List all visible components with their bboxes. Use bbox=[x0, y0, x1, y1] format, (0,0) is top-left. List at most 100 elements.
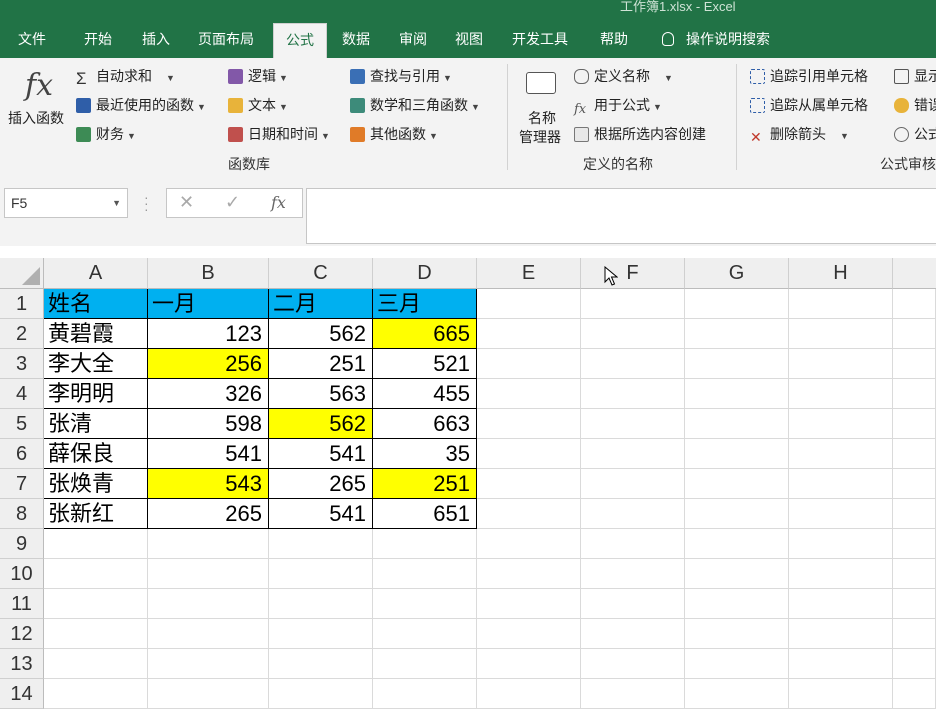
cell-e14[interactable] bbox=[477, 679, 581, 709]
cell-f9[interactable] bbox=[581, 529, 685, 559]
cell-a1[interactable]: 姓名 bbox=[44, 289, 148, 319]
cell-i8[interactable] bbox=[893, 499, 936, 529]
cell-f12[interactable] bbox=[581, 619, 685, 649]
cell-f11[interactable] bbox=[581, 589, 685, 619]
cell-f8[interactable] bbox=[581, 499, 685, 529]
cell-c8[interactable]: 541 bbox=[269, 499, 373, 529]
row-header-1[interactable]: 1 bbox=[0, 289, 44, 319]
cell-f5[interactable] bbox=[581, 409, 685, 439]
show-formulas-button[interactable]: 显示 bbox=[894, 66, 936, 86]
cell-c5[interactable]: 562 bbox=[269, 409, 373, 439]
cell-i3[interactable] bbox=[893, 349, 936, 379]
cell-b11[interactable] bbox=[148, 589, 269, 619]
more-functions-button[interactable]: 其他函数 ▼ bbox=[350, 124, 438, 146]
cell-h2[interactable] bbox=[789, 319, 893, 349]
cell-d8[interactable]: 651 bbox=[373, 499, 477, 529]
cell-h13[interactable] bbox=[789, 649, 893, 679]
cell-g1[interactable] bbox=[685, 289, 789, 319]
row-header-7[interactable]: 7 bbox=[0, 469, 44, 499]
cell-e12[interactable] bbox=[477, 619, 581, 649]
tab-view[interactable]: 视图 bbox=[443, 20, 495, 58]
resize-handle-icon[interactable]: · · · bbox=[144, 190, 149, 216]
row-header-9[interactable]: 9 bbox=[0, 529, 44, 559]
cancel-icon[interactable]: ✕ bbox=[179, 192, 194, 213]
cell-c14[interactable] bbox=[269, 679, 373, 709]
logical-button[interactable]: 逻辑 ▼ bbox=[228, 66, 288, 88]
tab-review[interactable]: 审阅 bbox=[387, 20, 439, 58]
column-header-c[interactable]: C bbox=[269, 258, 373, 289]
column-header-partial[interactable] bbox=[893, 258, 936, 289]
cell-c11[interactable] bbox=[269, 589, 373, 619]
cell-h14[interactable] bbox=[789, 679, 893, 709]
cell-h6[interactable] bbox=[789, 439, 893, 469]
cell-g12[interactable] bbox=[685, 619, 789, 649]
cell-d9[interactable] bbox=[373, 529, 477, 559]
cell-g8[interactable] bbox=[685, 499, 789, 529]
cell-h4[interactable] bbox=[789, 379, 893, 409]
cell-i14[interactable] bbox=[893, 679, 936, 709]
cell-d6[interactable]: 35 bbox=[373, 439, 477, 469]
cell-f7[interactable] bbox=[581, 469, 685, 499]
cell-e1[interactable] bbox=[477, 289, 581, 319]
cell-e10[interactable] bbox=[477, 559, 581, 589]
row-header-5[interactable]: 5 bbox=[0, 409, 44, 439]
lookup-button[interactable]: 查找与引用 ▼ bbox=[350, 66, 452, 88]
tab-help[interactable]: 帮助 bbox=[588, 20, 640, 58]
create-from-selection-button[interactable]: 根据所选内容创建 bbox=[574, 124, 706, 144]
cell-d4[interactable]: 455 bbox=[373, 379, 477, 409]
cell-d1[interactable]: 三月 bbox=[373, 289, 477, 319]
cell-c10[interactable] bbox=[269, 559, 373, 589]
evaluate-formula-button[interactable]: 公式 bbox=[894, 124, 936, 144]
cell-b13[interactable] bbox=[148, 649, 269, 679]
column-header-a[interactable]: A bbox=[44, 258, 148, 289]
name-box[interactable]: F5 ▼ bbox=[4, 188, 128, 218]
cell-e3[interactable] bbox=[477, 349, 581, 379]
cell-h8[interactable] bbox=[789, 499, 893, 529]
cell-b4[interactable]: 326 bbox=[148, 379, 269, 409]
cell-b6[interactable]: 541 bbox=[148, 439, 269, 469]
cell-h11[interactable] bbox=[789, 589, 893, 619]
cell-e5[interactable] bbox=[477, 409, 581, 439]
cell-d13[interactable] bbox=[373, 649, 477, 679]
cell-b5[interactable]: 598 bbox=[148, 409, 269, 439]
name-manager-line1[interactable]: 名称 bbox=[528, 108, 556, 128]
cell-e4[interactable] bbox=[477, 379, 581, 409]
cell-f10[interactable] bbox=[581, 559, 685, 589]
cell-a4[interactable]: 李明明 bbox=[44, 379, 148, 409]
cell-i2[interactable] bbox=[893, 319, 936, 349]
cell-a8[interactable]: 张新红 bbox=[44, 499, 148, 529]
tell-me-search[interactable]: 操作说明搜索 bbox=[650, 20, 782, 58]
cell-d14[interactable] bbox=[373, 679, 477, 709]
cell-h1[interactable] bbox=[789, 289, 893, 319]
cell-h5[interactable] bbox=[789, 409, 893, 439]
select-all-corner[interactable] bbox=[0, 258, 44, 289]
row-header-13[interactable]: 13 bbox=[0, 649, 44, 679]
formula-input[interactable] bbox=[306, 188, 936, 244]
cell-c6[interactable]: 541 bbox=[269, 439, 373, 469]
cell-e11[interactable] bbox=[477, 589, 581, 619]
column-header-b[interactable]: B bbox=[148, 258, 269, 289]
cell-g2[interactable] bbox=[685, 319, 789, 349]
cell-a3[interactable]: 李大全 bbox=[44, 349, 148, 379]
autosum-button[interactable]: Σ 自动求和 ▼ bbox=[76, 66, 175, 88]
row-header-8[interactable]: 8 bbox=[0, 499, 44, 529]
row-header-10[interactable]: 10 bbox=[0, 559, 44, 589]
cell-g5[interactable] bbox=[685, 409, 789, 439]
cell-a12[interactable] bbox=[44, 619, 148, 649]
cell-b1[interactable]: 一月 bbox=[148, 289, 269, 319]
cell-d10[interactable] bbox=[373, 559, 477, 589]
enter-check-icon[interactable]: ✓ bbox=[225, 192, 240, 213]
cell-f13[interactable] bbox=[581, 649, 685, 679]
use-in-formula-button[interactable]: fx 用于公式 ▼ bbox=[574, 95, 662, 117]
row-header-2[interactable]: 2 bbox=[0, 319, 44, 349]
cell-i13[interactable] bbox=[893, 649, 936, 679]
cell-d3[interactable]: 521 bbox=[373, 349, 477, 379]
cell-a6[interactable]: 薛保良 bbox=[44, 439, 148, 469]
cell-f2[interactable] bbox=[581, 319, 685, 349]
insert-function-button[interactable]: 插入函数 bbox=[8, 108, 64, 128]
trace-precedents-button[interactable]: 追踪引用单元格 bbox=[750, 66, 868, 86]
cell-b10[interactable] bbox=[148, 559, 269, 589]
cell-g3[interactable] bbox=[685, 349, 789, 379]
cell-e2[interactable] bbox=[477, 319, 581, 349]
row-header-6[interactable]: 6 bbox=[0, 439, 44, 469]
